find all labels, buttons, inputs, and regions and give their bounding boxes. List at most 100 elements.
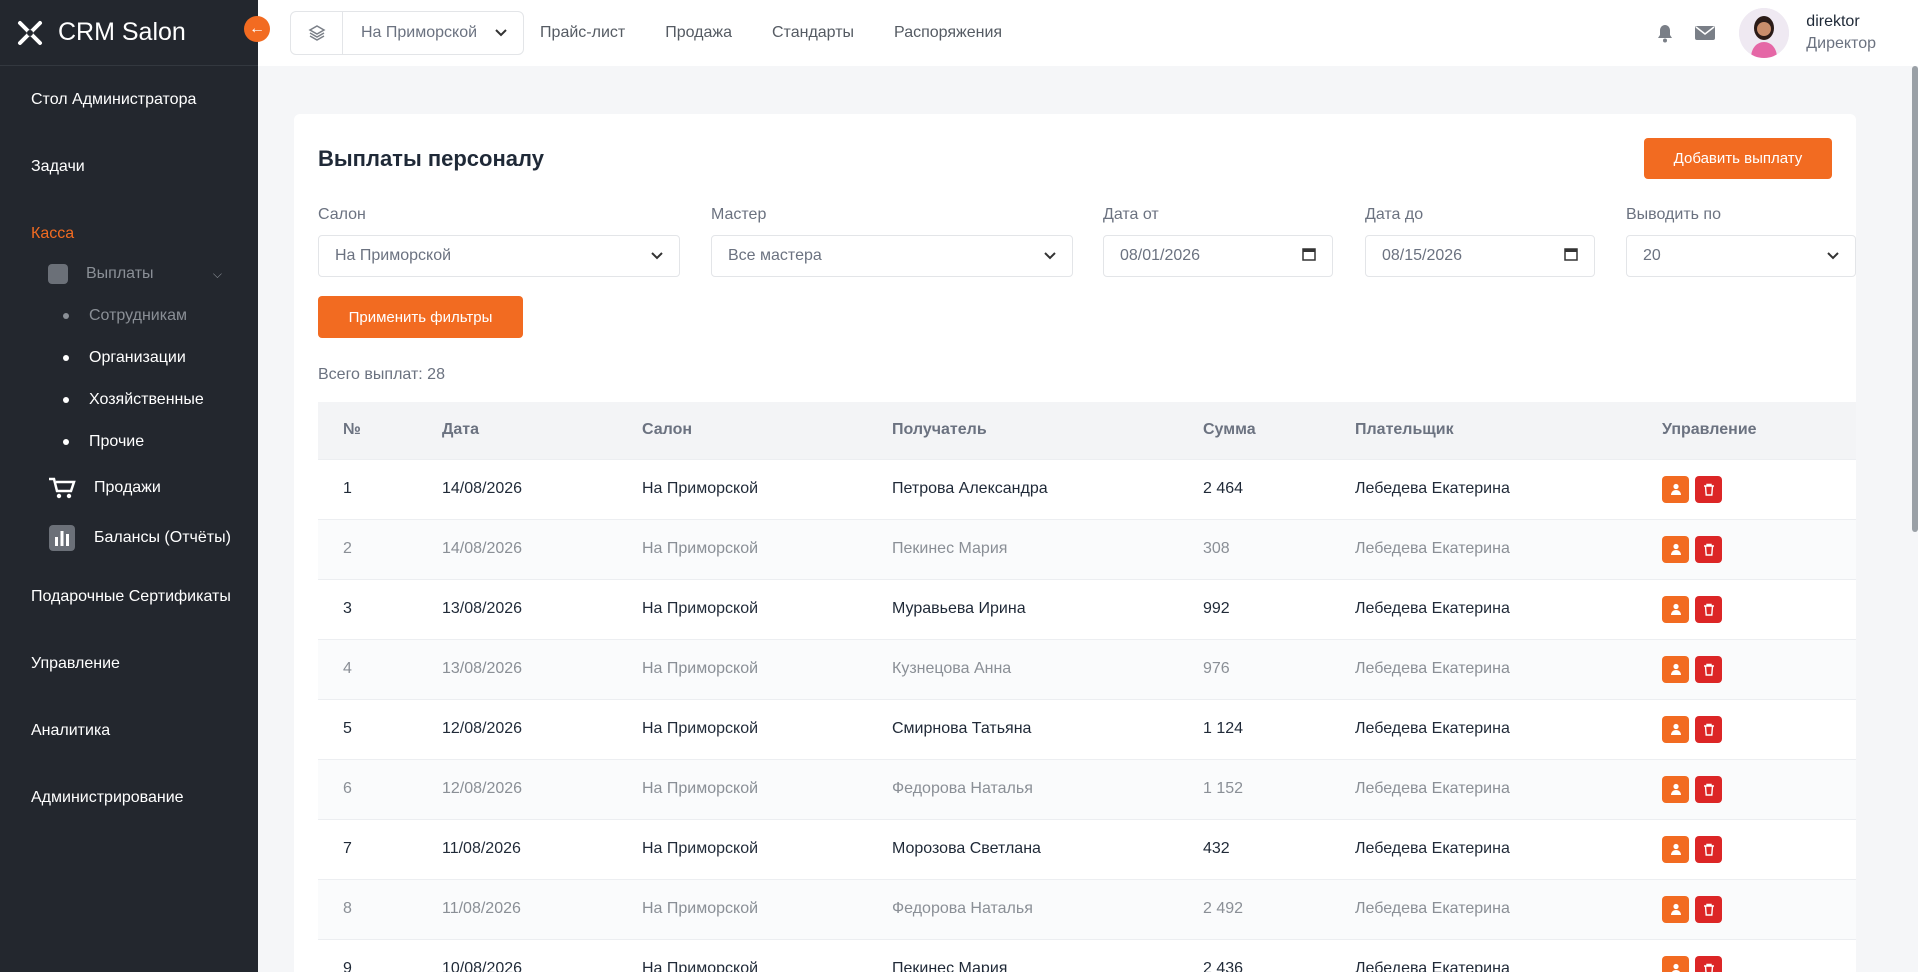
- col-header-salon: Салон: [642, 421, 693, 439]
- trash-icon: [1703, 903, 1714, 916]
- page-scrollbar[interactable]: [1912, 66, 1918, 532]
- avatar[interactable]: [1739, 8, 1790, 58]
- user-icon: [1670, 903, 1681, 915]
- date-to-value: 08/15/2026: [1382, 247, 1463, 264]
- mail-icon[interactable]: [1695, 23, 1716, 43]
- delete-button[interactable]: [1695, 475, 1722, 503]
- per-page-select[interactable]: 20: [1626, 235, 1856, 277]
- user-icon: [1670, 723, 1681, 735]
- sidebar-item-payouts[interactable]: Выплаты ⌵: [0, 253, 258, 295]
- sidebar-item-gift-certificates[interactable]: Подарочные Сертификаты: [0, 563, 258, 630]
- collapse-sidebar-button[interactable]: ←: [244, 16, 270, 42]
- salon-switcher-value: На Приморской: [361, 24, 478, 41]
- table-row: 1 14/08/2026 На Приморской Петрова Александ…: [318, 458, 1856, 519]
- view-employee-button[interactable]: [1662, 535, 1689, 563]
- cell-amount: 2 436: [1203, 938, 1355, 972]
- cell-recipient: Муравьева Ирина: [892, 578, 1203, 639]
- delete-button[interactable]: [1695, 715, 1722, 743]
- delete-button[interactable]: [1695, 955, 1722, 972]
- layers-icon: [291, 12, 343, 54]
- chart-icon: [48, 264, 68, 284]
- sidebar-item-label: Продажи: [94, 479, 161, 496]
- table-row: 9 10/08/2026 На Приморской Пекинес Мария 2 4…: [318, 938, 1856, 972]
- sidebar-item-employees[interactable]: Сотрудникам: [0, 295, 258, 337]
- date-from-input[interactable]: 08/01/2026: [1103, 235, 1333, 277]
- top-link-orders[interactable]: Распоряжения: [894, 24, 1002, 42]
- cell-date: 12/08/2026: [442, 758, 642, 819]
- master-filter-label: Мастер: [711, 206, 767, 223]
- cell-actions: [1662, 818, 1856, 879]
- view-employee-button[interactable]: [1662, 895, 1689, 923]
- master-select[interactable]: Все мастера: [711, 235, 1073, 277]
- sidebar-item-label: Прочие: [89, 433, 145, 450]
- cell-actions: [1662, 878, 1856, 939]
- trash-icon: [1703, 543, 1714, 556]
- cell-number: 1: [318, 458, 442, 519]
- add-payout-button[interactable]: Добавить выплату: [1644, 138, 1832, 179]
- sidebar-item-admin-desk[interactable]: Стол Администратора: [0, 66, 258, 133]
- cell-payer: Лебедева Екатерина: [1355, 758, 1662, 819]
- sidebar-item-analytics[interactable]: Аналитика: [0, 697, 258, 764]
- logo-icon: [18, 20, 42, 45]
- cell-number: 6: [318, 758, 442, 819]
- view-employee-button[interactable]: [1662, 475, 1689, 503]
- col-header-payer: Плательщик: [1355, 421, 1454, 439]
- sidebar: CRM Salon ← Стол Администратора Задачи К…: [0, 0, 270, 972]
- salon-filter: Салон На Приморской: [318, 206, 680, 277]
- sidebar-item-organizations[interactable]: Организации: [0, 337, 258, 379]
- delete-button[interactable]: [1695, 835, 1722, 863]
- date-to-filter: Дата до 08/15/2026: [1365, 206, 1595, 277]
- payouts-table: № Дата Салон Получатель Сумма Плательщик…: [318, 402, 1856, 972]
- sidebar-item-management[interactable]: Управление: [0, 630, 258, 697]
- delete-button[interactable]: [1695, 655, 1722, 683]
- sidebar-item-balances[interactable]: Балансы (Отчёты): [0, 513, 258, 563]
- apply-filters-button[interactable]: Применить фильтры: [318, 296, 523, 338]
- salon-select[interactable]: На Приморской: [318, 235, 680, 277]
- cell-date: 11/08/2026: [442, 878, 642, 939]
- cell-number: 2: [318, 518, 442, 579]
- calendar-icon[interactable]: [1564, 247, 1578, 266]
- cell-payer: Лебедева Екатерина: [1355, 698, 1662, 759]
- user-info[interactable]: direktor Директор: [1806, 11, 1876, 55]
- sidebar-item-other[interactable]: Прочие: [0, 421, 258, 463]
- top-link-price-list[interactable]: Прайс-лист: [540, 24, 625, 42]
- salon-switcher[interactable]: На Приморской: [290, 11, 525, 55]
- cell-number: 3: [318, 578, 442, 639]
- delete-button[interactable]: [1695, 775, 1722, 803]
- cell-number: 9: [318, 938, 442, 972]
- date-to-input[interactable]: 08/15/2026: [1365, 235, 1595, 277]
- cell-recipient: Пекинес Мария: [892, 938, 1203, 972]
- view-employee-button[interactable]: [1662, 595, 1689, 623]
- brand[interactable]: CRM Salon: [0, 0, 258, 66]
- arrow-left-icon: ←: [249, 20, 265, 37]
- cell-salon: На Приморской: [642, 638, 892, 699]
- delete-button[interactable]: [1695, 595, 1722, 623]
- view-employee-button[interactable]: [1662, 715, 1689, 743]
- per-page-filter: Выводить по 20: [1626, 206, 1856, 277]
- top-link-sale[interactable]: Продажа: [665, 24, 732, 42]
- view-employee-button[interactable]: [1662, 655, 1689, 683]
- cell-number: 7: [318, 818, 442, 879]
- view-employee-button[interactable]: [1662, 835, 1689, 863]
- calendar-icon[interactable]: [1302, 247, 1316, 266]
- payouts-card: Выплаты персоналу Добавить выплату Салон…: [294, 114, 1856, 972]
- sidebar-item-tasks[interactable]: Задачи: [0, 133, 258, 200]
- cell-recipient: Пекинес Мария: [892, 518, 1203, 579]
- view-employee-button[interactable]: [1662, 955, 1689, 972]
- cell-recipient: Смирнова Татьяна: [892, 698, 1203, 759]
- table-row: 2 14/08/2026 На Приморской Пекинес Мария 308…: [318, 518, 1856, 579]
- table-row: 5 12/08/2026 На Приморской Смирнова Татьяна…: [318, 698, 1856, 759]
- sidebar-item-sales[interactable]: Продажи: [0, 463, 258, 513]
- top-link-standards[interactable]: Стандарты: [772, 24, 854, 42]
- cell-number: 5: [318, 698, 442, 759]
- sidebar-item-administration[interactable]: Администрирование: [0, 764, 258, 831]
- delete-button[interactable]: [1695, 895, 1722, 923]
- bell-icon[interactable]: [1655, 23, 1675, 43]
- sidebar-item-household[interactable]: Хозяйственные: [0, 379, 258, 421]
- master-select-value: Все мастера: [728, 247, 822, 264]
- view-employee-button[interactable]: [1662, 775, 1689, 803]
- cell-amount: 1 152: [1203, 758, 1355, 819]
- delete-button[interactable]: [1695, 535, 1722, 563]
- cell-amount: 992: [1203, 578, 1355, 639]
- cell-amount: 308: [1203, 518, 1355, 579]
